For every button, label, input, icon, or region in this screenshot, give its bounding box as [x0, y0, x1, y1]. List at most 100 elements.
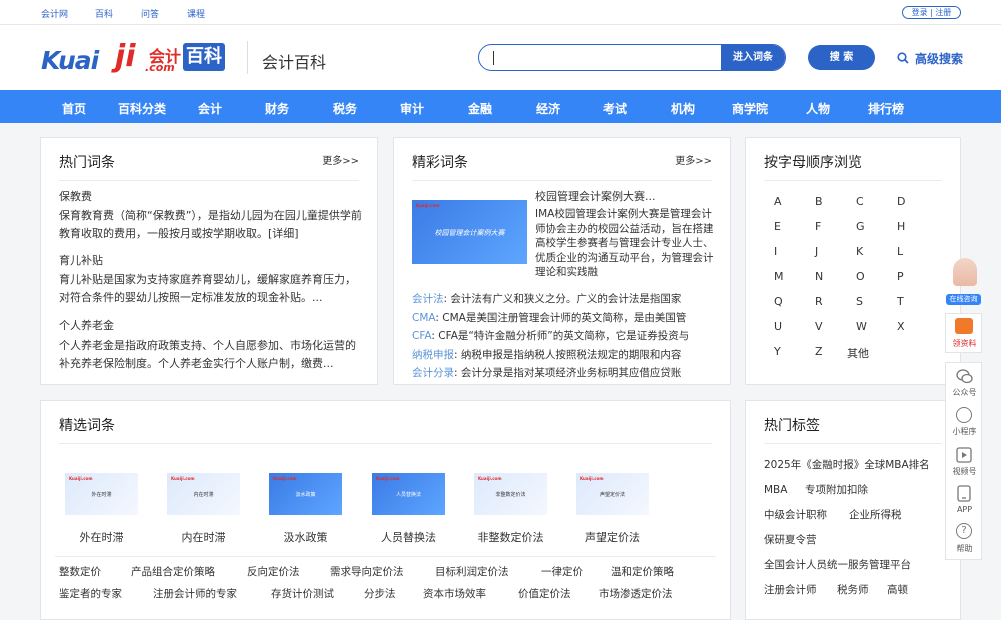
term-label[interactable]: 声望定价法 [576, 529, 649, 547]
nav-people[interactable]: 人物 [806, 100, 830, 117]
side-label-help[interactable]: 帮助 [946, 543, 983, 554]
term-link[interactable]: 需求导向定价法 [330, 563, 404, 581]
nav-accounting[interactable]: 会计 [198, 100, 222, 117]
ziliao-button[interactable]: 领资料 [945, 313, 982, 353]
nav-ranking[interactable]: 排行榜 [868, 100, 904, 117]
tag-link[interactable]: 保研夏令营 [764, 531, 817, 549]
letter-k[interactable]: K [856, 245, 863, 258]
letter-i[interactable]: I [774, 245, 777, 258]
nav-institution[interactable]: 机构 [671, 100, 695, 117]
side-label-gongzhonghao[interactable]: 公众号 [946, 387, 983, 398]
search-box[interactable]: 进入词条 [478, 44, 786, 71]
side-label-app[interactable]: APP [946, 505, 983, 514]
tag-link[interactable]: 全国会计人员统一服务管理平台 [764, 556, 911, 574]
tag-link[interactable]: 专项附加扣除 [805, 481, 868, 499]
letter-d[interactable]: D [897, 195, 905, 208]
nav-tax[interactable]: 税务 [333, 100, 357, 117]
login-register-button[interactable]: 登录 | 注册 [902, 6, 961, 19]
term-thumbnail[interactable]: Kuaiji.com 汲水政策 [269, 473, 342, 515]
letter-u[interactable]: U [774, 320, 782, 333]
term-thumbnail[interactable]: Kuaiji.com 非整数定价法 [474, 473, 547, 515]
nav-audit[interactable]: 审计 [400, 100, 424, 117]
tag-link[interactable]: 税务师 [837, 581, 869, 599]
search-icon[interactable] [897, 52, 909, 64]
letter-c[interactable]: C [856, 195, 864, 208]
term-link[interactable]: 分步法 [364, 585, 396, 603]
featured-item-link[interactable]: 会计法 [412, 293, 444, 305]
letter-y[interactable]: Y [774, 345, 781, 358]
featured-item-link[interactable]: 纳税申报 [412, 349, 454, 361]
letter-g[interactable]: G [856, 220, 865, 233]
nav-category[interactable]: 百科分类 [118, 100, 166, 117]
letter-o[interactable]: O [856, 270, 865, 283]
term-label[interactable]: 非整数定价法 [465, 529, 556, 547]
term-thumbnail[interactable]: Kuaiji.com 外在时滞 [65, 473, 138, 515]
nav-banking[interactable]: 金融 [468, 100, 492, 117]
letter-n[interactable]: N [815, 270, 823, 283]
nav-exam[interactable]: 考试 [603, 100, 627, 117]
nav-home[interactable]: 首页 [62, 100, 86, 117]
letter-w[interactable]: W [856, 320, 867, 333]
letter-q[interactable]: Q [774, 295, 783, 308]
letter-j[interactable]: J [815, 245, 818, 258]
wechat-icon[interactable] [956, 369, 973, 384]
term-link[interactable]: 一律定价 [541, 563, 583, 581]
letter-r[interactable]: R [815, 295, 823, 308]
tag-link[interactable]: MBA [764, 481, 787, 499]
term-link[interactable]: 整数定价 [59, 563, 101, 581]
hot-term-link[interactable]: 育儿补贴 [59, 252, 103, 270]
letter-v[interactable]: V [815, 320, 823, 333]
letter-other[interactable]: 其他 [847, 345, 869, 361]
term-link[interactable]: 注册会计师的专家 [153, 585, 237, 603]
term-link[interactable]: 目标利润定价法 [435, 563, 509, 581]
side-label-miniprogram[interactable]: 小程序 [946, 426, 983, 437]
term-thumbnail[interactable]: Kuaiji.com 内在时滞 [167, 473, 240, 515]
side-label-video[interactable]: 视频号 [946, 466, 983, 477]
enter-entry-button[interactable]: 进入词条 [721, 45, 785, 70]
hot-term-link[interactable]: 个人养老金 [59, 317, 114, 335]
letter-p[interactable]: P [897, 270, 904, 283]
term-label[interactable]: 外在时滞 [65, 529, 138, 547]
letter-h[interactable]: H [897, 220, 905, 233]
letter-a[interactable]: A [774, 195, 782, 208]
site-logo[interactable]: Kuai ji 会计 .com 百科 [41, 39, 231, 77]
nav-economy[interactable]: 经济 [536, 100, 560, 117]
help-icon[interactable]: ? [956, 523, 972, 539]
term-label[interactable]: 汲水政策 [269, 529, 342, 547]
top-link-course[interactable]: 课程 [187, 7, 205, 20]
nav-business-school[interactable]: 商学院 [732, 100, 768, 117]
tag-link[interactable]: 中级会计职称 [764, 506, 827, 524]
tag-link[interactable]: 高顿 [887, 581, 908, 599]
term-thumbnail[interactable]: Kuaiji.com 声望定价法 [576, 473, 649, 515]
tag-link[interactable]: 注册会计师 [764, 581, 817, 599]
term-label[interactable]: 内在时滞 [167, 529, 240, 547]
term-thumbnail[interactable]: Kuaiji.com 人员替换法 [372, 473, 445, 515]
tag-link[interactable]: 2025年《金融时报》全球MBA排名 [764, 456, 930, 474]
letter-t[interactable]: T [897, 295, 904, 308]
nav-finance[interactable]: 财务 [265, 100, 289, 117]
more-link[interactable]: 更多>> [322, 152, 359, 167]
featured-thumbnail[interactable]: Kuaiji.com 校园管理会计案例大赛 [412, 200, 527, 264]
letter-e[interactable]: E [774, 220, 781, 233]
letter-l[interactable]: L [897, 245, 903, 258]
featured-item-link[interactable]: CMA [412, 312, 435, 324]
letter-b[interactable]: B [815, 195, 823, 208]
featured-top-link[interactable]: 校园管理会计案例大赛... [535, 188, 656, 206]
featured-item-link[interactable]: CFA [412, 330, 431, 342]
top-link-kuaiji[interactable]: 会计网 [41, 7, 68, 20]
term-link[interactable]: 鉴定者的专家 [59, 585, 122, 603]
tag-link[interactable]: 企业所得税 [849, 506, 902, 524]
video-icon[interactable] [956, 447, 972, 463]
featured-item-link[interactable]: 会计分录 [412, 367, 454, 379]
miniprogram-icon[interactable] [956, 407, 972, 423]
term-link[interactable]: 温和定价策略 [611, 563, 674, 581]
top-link-wenda[interactable]: 问答 [141, 7, 159, 20]
term-link[interactable]: 价值定价法 [518, 585, 571, 603]
more-link[interactable]: 更多>> [675, 152, 712, 167]
term-link[interactable]: 反向定价法 [247, 563, 300, 581]
term-label[interactable]: 人员替换法 [372, 529, 445, 547]
advanced-search-link[interactable]: 高级搜索 [915, 50, 963, 67]
top-link-baike[interactable]: 百科 [95, 7, 113, 20]
app-icon[interactable] [957, 485, 971, 502]
hot-term-link[interactable]: 保教费 [59, 188, 92, 206]
